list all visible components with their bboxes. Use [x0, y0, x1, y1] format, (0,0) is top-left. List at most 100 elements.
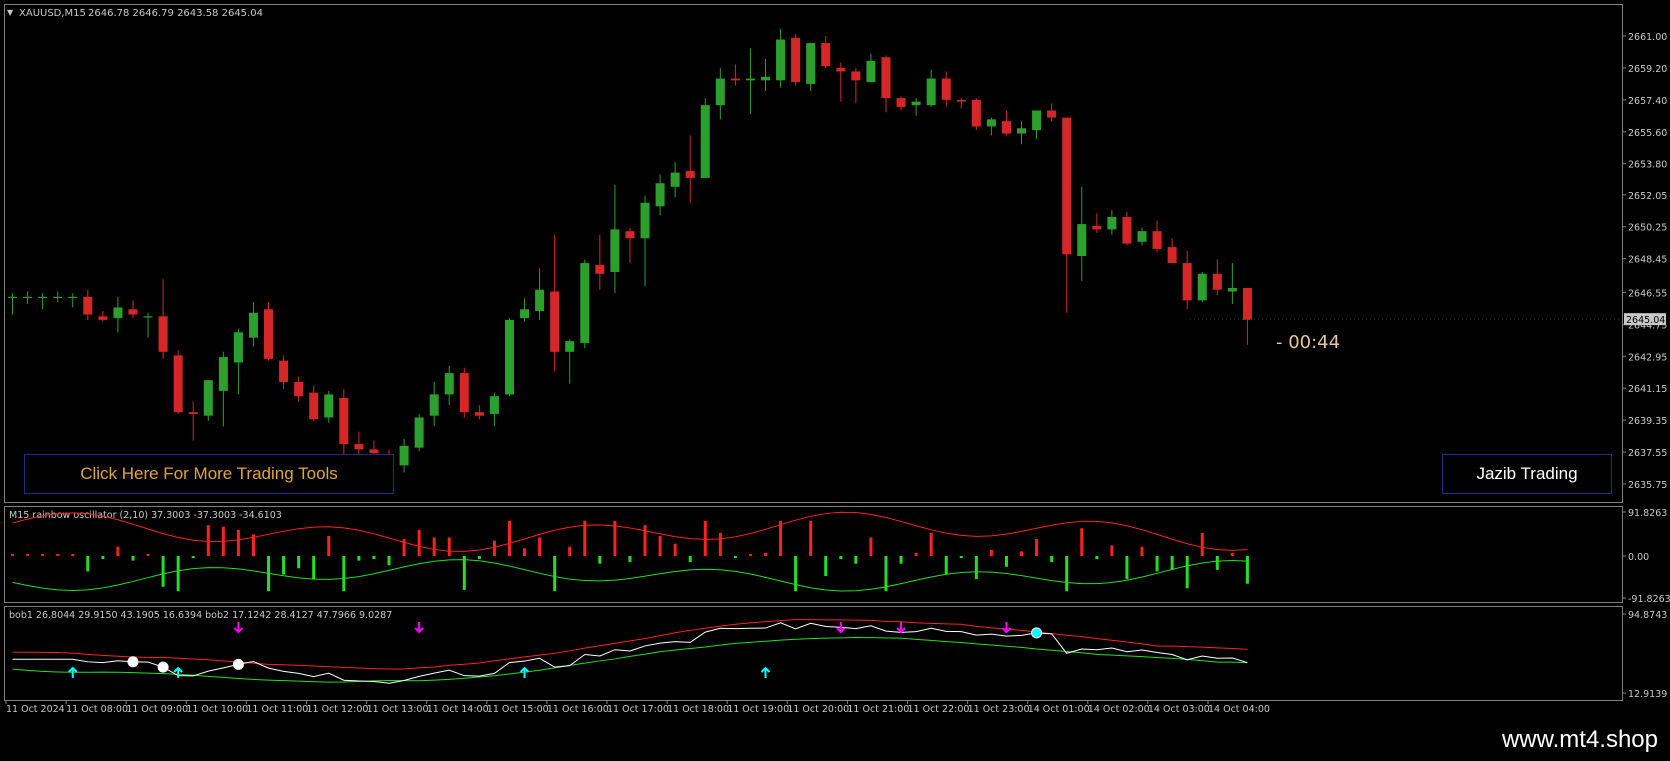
candle [309, 385, 319, 422]
candle-body [248, 312, 258, 338]
candle-body [1227, 287, 1237, 292]
osc-histogram-bar [1080, 528, 1084, 556]
candle-body [309, 392, 319, 420]
osc-histogram-bar [297, 556, 301, 569]
candle [1212, 259, 1222, 296]
osc-histogram-bar [989, 549, 993, 556]
osc-histogram-bar [598, 556, 602, 564]
candle-body [233, 332, 243, 363]
osc-histogram-bar [914, 552, 918, 556]
candle [580, 259, 590, 349]
candle [1092, 213, 1102, 233]
chart-window[interactable]: ▼ XAUUSD,M15 2646.78 2646.79 2643.58 264… [0, 0, 1670, 720]
candle-body [881, 57, 891, 99]
time-tick-label: 14 Oct 03:00 [1148, 704, 1210, 715]
sell-arrow-icon [414, 622, 424, 634]
candle-body [1107, 216, 1117, 230]
candle-body [504, 319, 514, 395]
candle [640, 195, 650, 287]
candle-body [1152, 231, 1162, 249]
candle [791, 34, 801, 86]
brand-button[interactable]: Jazib Trading [1442, 454, 1612, 494]
candle [715, 67, 725, 120]
candle-body [761, 76, 770, 81]
candle-body [444, 373, 454, 395]
candle [851, 67, 861, 104]
price-tick-label: 2641.15 [1628, 384, 1667, 395]
osc-histogram-bar [357, 556, 361, 561]
candle-body [941, 78, 951, 100]
candle [1167, 238, 1177, 264]
candle-body [836, 67, 846, 72]
candle [248, 302, 258, 347]
osc-histogram-bar [1035, 539, 1039, 556]
osc-histogram-bar [944, 556, 948, 575]
osc-histogram-bar [116, 546, 120, 556]
watermark-bar: www.mt4.shop [0, 720, 1670, 761]
candle [956, 98, 966, 109]
osc-histogram-bar [1230, 552, 1234, 556]
osc-histogram-bar [1140, 546, 1144, 556]
candle-body [550, 291, 560, 352]
price-tick-label: 2635.75 [1628, 480, 1667, 491]
osc-histogram-bar [658, 535, 662, 556]
osc-histogram-bar [628, 556, 632, 563]
candle-body [324, 394, 334, 418]
candle-body [715, 78, 725, 106]
watermark-url: www.mt4.shop [1501, 726, 1658, 753]
candle [776, 28, 786, 88]
candle-body [279, 360, 289, 382]
osc-histogram-bar [477, 556, 481, 560]
candle [279, 355, 289, 390]
candle-body [866, 60, 876, 83]
buy-arrow-icon [519, 666, 530, 678]
osc-histogram-bar [839, 556, 843, 560]
candle-body [489, 396, 499, 414]
candle [1197, 271, 1207, 303]
candle [113, 296, 123, 333]
candle-body [535, 289, 545, 312]
candle [324, 390, 334, 423]
candle [926, 69, 936, 107]
signal-dot-icon [127, 656, 139, 668]
osc-histogram-bar [1215, 556, 1219, 570]
osc-histogram-bar [884, 556, 888, 592]
candle [504, 318, 514, 397]
candle-body [1212, 273, 1222, 290]
candle [670, 161, 680, 198]
candle [550, 234, 560, 372]
candle-body [8, 296, 17, 299]
osc-histogram-bar [387, 556, 391, 566]
osc-histogram-bar [372, 556, 376, 560]
candle [866, 53, 876, 83]
candle-body [1092, 225, 1102, 230]
candle [625, 227, 635, 264]
candle [233, 328, 243, 395]
more-trading-tools-button[interactable]: Click Here For More Trading Tools [24, 454, 394, 494]
candle-body [745, 78, 755, 81]
symbol-caret-icon[interactable]: ▼ [7, 8, 14, 17]
bob-tick-label: 94.8743 [1628, 610, 1667, 621]
candle-body [429, 394, 439, 416]
candle [911, 98, 921, 116]
candle-body [1062, 117, 1072, 255]
candle-body [986, 119, 996, 127]
candlestick-series [8, 28, 1252, 473]
osc-histogram-bar [1125, 556, 1129, 580]
candle-body [203, 380, 213, 416]
candle [565, 339, 575, 384]
bob-tick-label: 12.9139 [1628, 689, 1667, 700]
osc-histogram-bar [447, 537, 451, 556]
candle-body [459, 373, 469, 413]
candle [1077, 186, 1087, 281]
osc-histogram-bar [282, 556, 286, 575]
candle-body [143, 316, 153, 318]
price-axis: 2661.00 2659.20 2657.40 2655.60 2653.80 2652.… [1190, 32, 1667, 491]
time-tick-label: 11 Oct 15:00 [487, 704, 549, 715]
candle-body [926, 78, 936, 106]
osc-histogram-bar [1050, 556, 1054, 563]
bob-upper-line [12, 619, 1248, 670]
candle [1001, 110, 1011, 136]
candle-body [700, 105, 710, 178]
candle-body [565, 341, 575, 352]
